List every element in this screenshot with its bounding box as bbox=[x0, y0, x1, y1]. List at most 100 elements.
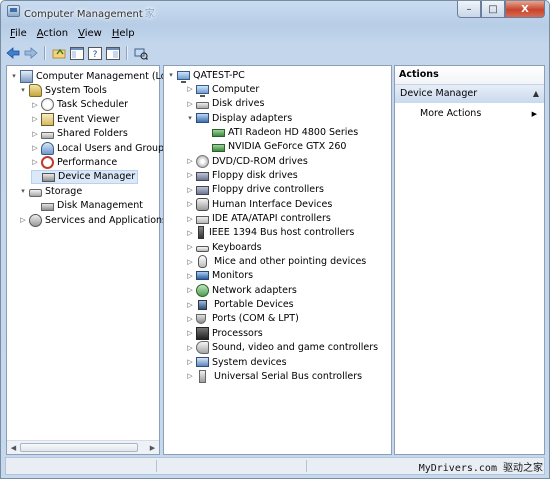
expand-arrow-icon[interactable]: ▷ bbox=[186, 186, 194, 194]
device-category-keyboards[interactable]: ▷ Keyboards bbox=[186, 240, 261, 254]
device-tree-label: Ports (COM & LPT) bbox=[212, 313, 299, 325]
properties-icon[interactable] bbox=[105, 45, 121, 61]
title-bar[interactable]: Computer Management 家 – □ X bbox=[1, 1, 549, 23]
up-folder-icon[interactable] bbox=[51, 45, 67, 61]
expand-arrow-icon[interactable]: ▷ bbox=[186, 258, 194, 266]
expand-arrow-icon[interactable]: ▷ bbox=[186, 329, 194, 337]
expand-arrow-icon[interactable]: ▷ bbox=[186, 358, 194, 366]
device-category-floppy-disk-drives[interactable]: ▷ Floppy disk drives bbox=[186, 168, 298, 182]
tree-item-shared-folders[interactable]: ▷ Shared Folders bbox=[31, 127, 127, 141]
more-actions-item[interactable]: More Actions ▶ bbox=[395, 106, 544, 122]
device-tree-label: Display adapters bbox=[212, 112, 293, 124]
device-ati-radeon-hd-4800-series[interactable]: ATI Radeon HD 4800 Series bbox=[202, 125, 358, 139]
ieee1394-icon bbox=[198, 226, 204, 240]
menu-file[interactable]: File bbox=[5, 28, 32, 39]
device-category-system-devices[interactable]: ▷ System devices bbox=[186, 355, 287, 369]
expand-arrow-icon[interactable]: ▷ bbox=[31, 101, 39, 109]
tree-item-storage[interactable]: ▾ Storage bbox=[19, 184, 82, 198]
toolbar-separator bbox=[44, 46, 46, 60]
device-category-floppy-drive-controllers[interactable]: ▷ Floppy drive controllers bbox=[186, 183, 324, 197]
scroll-thumb[interactable] bbox=[20, 443, 138, 452]
tree-item-device-manager[interactable]: Device Manager bbox=[31, 169, 139, 184]
menu-view[interactable]: View bbox=[73, 28, 107, 39]
tree-item-label: Services and Applications bbox=[45, 214, 168, 226]
device-category-dvd-cd-rom-drives[interactable]: ▷ DVD/CD-ROM drives bbox=[186, 154, 308, 168]
device-category-ieee-1394-bus-host-controllers[interactable]: ▷ IEEE 1394 Bus host controllers bbox=[186, 226, 354, 240]
device-category-ide-ata-atapi-controllers[interactable]: ▷ IDE ATA/ATAPI controllers bbox=[186, 212, 331, 226]
device-category-sound-video-and-game-controllers[interactable]: ▷ Sound, video and game controllers bbox=[186, 341, 378, 355]
collapse-arrow-icon[interactable]: ▾ bbox=[186, 114, 194, 122]
actions-section-device-manager[interactable]: Device Manager ▲ bbox=[395, 85, 544, 103]
expand-arrow-icon[interactable]: ▷ bbox=[186, 200, 194, 208]
device-category-ports-com-lpt[interactable]: ▷ Ports (COM & LPT) bbox=[186, 312, 299, 326]
expand-arrow-icon[interactable]: ▷ bbox=[186, 85, 194, 93]
close-button[interactable]: X bbox=[505, 1, 545, 18]
scan-hardware-icon[interactable] bbox=[133, 45, 149, 61]
menu-help[interactable]: Help bbox=[107, 28, 140, 39]
device-category-human-interface-devices[interactable]: ▷ Human Interface Devices bbox=[186, 197, 332, 211]
expand-arrow-icon[interactable]: ▷ bbox=[186, 171, 194, 179]
expand-arrow-icon[interactable]: ▷ bbox=[186, 344, 194, 352]
collapse-arrow-icon[interactable]: ▾ bbox=[10, 72, 18, 80]
expand-arrow-icon[interactable]: ▷ bbox=[31, 130, 39, 138]
device-tree-label: Universal Serial Bus controllers bbox=[214, 370, 363, 382]
expand-arrow-icon[interactable]: ▷ bbox=[186, 372, 194, 380]
menu-label-rest: ction bbox=[43, 28, 69, 39]
maximize-button[interactable]: □ bbox=[481, 1, 505, 18]
collapse-arrow-icon[interactable]: ▾ bbox=[19, 187, 27, 195]
expand-arrow-icon[interactable]: ▷ bbox=[186, 229, 194, 237]
expand-arrow-icon[interactable]: ▷ bbox=[186, 315, 194, 323]
expand-arrow-icon[interactable]: ▷ bbox=[186, 215, 194, 223]
tree-item-disk-management[interactable]: Disk Management bbox=[31, 199, 143, 213]
processor-icon bbox=[196, 326, 209, 340]
tree-item-performance[interactable]: ▷ Performance bbox=[31, 155, 117, 169]
expand-arrow-icon[interactable]: ▷ bbox=[31, 144, 39, 152]
back-arrow-icon[interactable] bbox=[5, 45, 21, 61]
show-hide-console-tree-icon[interactable] bbox=[69, 45, 85, 61]
expand-arrow-icon[interactable]: ▷ bbox=[186, 157, 194, 165]
tree-item-services-and-applications[interactable]: ▷ Services and Applications bbox=[19, 213, 167, 227]
collapse-caret-icon[interactable]: ▲ bbox=[533, 85, 539, 103]
expand-arrow-icon[interactable]: ▷ bbox=[31, 158, 39, 166]
tree-item-computer-management-local[interactable]: ▾ Computer Management (Local bbox=[10, 69, 180, 83]
device-category-portable-devices[interactable]: ▷ Portable Devices bbox=[186, 298, 293, 312]
device-category-mice-and-other-pointing-devices[interactable]: ▷ Mice and other pointing devices bbox=[186, 255, 366, 269]
device-tree-pane: ▾ QATEST-PC ▷ Computer ▷ Disk drives ▾ Display … bbox=[163, 65, 392, 455]
tree-item-event-viewer[interactable]: ▷ Event Viewer bbox=[31, 112, 120, 126]
scroll-left-arrow-icon[interactable]: ◀ bbox=[8, 442, 19, 453]
menu-action[interactable]: Action bbox=[32, 28, 73, 39]
device-category-computer[interactable]: ▷ Computer bbox=[186, 82, 259, 98]
tree-item-task-scheduler[interactable]: ▷ Task Scheduler bbox=[31, 98, 128, 112]
tree-item-system-tools[interactable]: ▾ System Tools bbox=[19, 83, 107, 97]
collapse-arrow-icon[interactable]: ▾ bbox=[167, 71, 175, 79]
toolbar-separator bbox=[126, 46, 128, 60]
forward-arrow-icon[interactable] bbox=[23, 45, 39, 61]
expand-arrow-icon[interactable]: ▷ bbox=[186, 100, 194, 108]
window-title-text: Computer Management bbox=[24, 9, 143, 20]
tree-item-local-users-and-groups[interactable]: ▷ Local Users and Groups bbox=[31, 141, 169, 155]
help-icon[interactable]: ? bbox=[87, 45, 103, 61]
system-tools-icon bbox=[29, 83, 42, 97]
expand-arrow-icon[interactable]: ▷ bbox=[19, 216, 27, 224]
expand-arrow-icon[interactable]: ▷ bbox=[186, 301, 194, 309]
tree-item-label: Device Manager bbox=[58, 171, 136, 183]
collapse-arrow-icon[interactable]: ▾ bbox=[19, 86, 27, 94]
device-tree-root[interactable]: ▾ QATEST-PC bbox=[167, 68, 245, 83]
device-category-display-adapters[interactable]: ▾ Display adapters bbox=[186, 111, 292, 125]
expand-arrow-icon[interactable]: ▷ bbox=[31, 115, 39, 123]
device-category-universal-serial-bus-controllers[interactable]: ▷ Universal Serial Bus controllers bbox=[186, 369, 362, 383]
minimize-button[interactable]: – bbox=[457, 1, 481, 18]
device-category-monitors[interactable]: ▷ Monitors bbox=[186, 269, 253, 283]
left-horizontal-scrollbar[interactable]: ◀ ▶ bbox=[7, 440, 159, 454]
device-category-disk-drives[interactable]: ▷ Disk drives bbox=[186, 97, 264, 111]
expand-arrow-icon[interactable]: ▷ bbox=[186, 286, 194, 294]
device-category-network-adapters[interactable]: ▷ Network adapters bbox=[186, 283, 297, 297]
expand-arrow-icon[interactable]: ▷ bbox=[186, 243, 194, 251]
device-nvidia-geforce-gtx-260[interactable]: NVIDIA GeForce GTX 260 bbox=[202, 140, 346, 154]
console-tree-pane: ◀ ▶ ▾ Computer Management (Local ▾ System T… bbox=[6, 65, 180, 455]
scroll-right-arrow-icon[interactable]: ▶ bbox=[147, 442, 158, 453]
expand-arrow-icon[interactable]: ▷ bbox=[186, 272, 194, 280]
device-category-processors[interactable]: ▷ Processors bbox=[186, 326, 263, 340]
device-tree-label: System devices bbox=[212, 356, 287, 368]
